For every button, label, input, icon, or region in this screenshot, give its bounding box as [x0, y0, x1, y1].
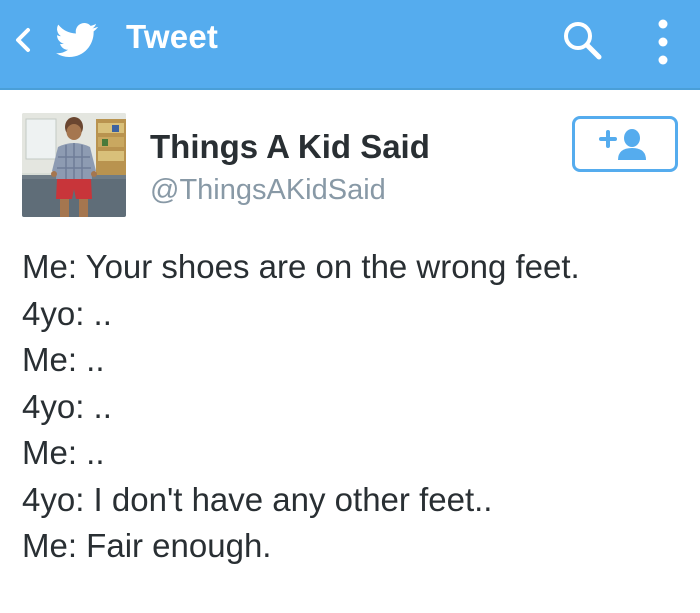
back-button[interactable] [8, 18, 120, 62]
user-handle[interactable]: @ThingsAKidSaid [150, 171, 386, 209]
more-options-button[interactable] [648, 14, 678, 70]
twitter-bird-icon [56, 23, 98, 57]
tweet-line: Me: Fair enough. [22, 527, 272, 564]
chevron-left-icon [16, 28, 30, 52]
tweet-line: 4yo: .. [22, 387, 112, 425]
avatar-photo [22, 113, 126, 217]
search-icon [564, 22, 602, 60]
tweet-line: Me: .. [22, 434, 105, 471]
tweet-line: 4yo: I don't have any other feet.. [22, 480, 493, 518]
search-button[interactable] [558, 16, 608, 66]
follow-button[interactable] [572, 116, 678, 172]
app-bar: Tweet [0, 0, 700, 90]
vertical-dots-icon [658, 19, 668, 65]
tweet-text: Me: Your shoes are on the wrong feet. 4y… [22, 244, 692, 570]
display-name[interactable]: Things A Kid Said [150, 126, 430, 168]
add-user-icon [599, 129, 646, 160]
tweet-line: 4yo: .. [22, 294, 112, 332]
tweet-line: Me: .. [22, 341, 105, 378]
tweet-line: Me: Your shoes are on the wrong feet. [22, 248, 580, 285]
avatar[interactable] [22, 113, 126, 217]
page-title: Tweet [126, 18, 219, 55]
